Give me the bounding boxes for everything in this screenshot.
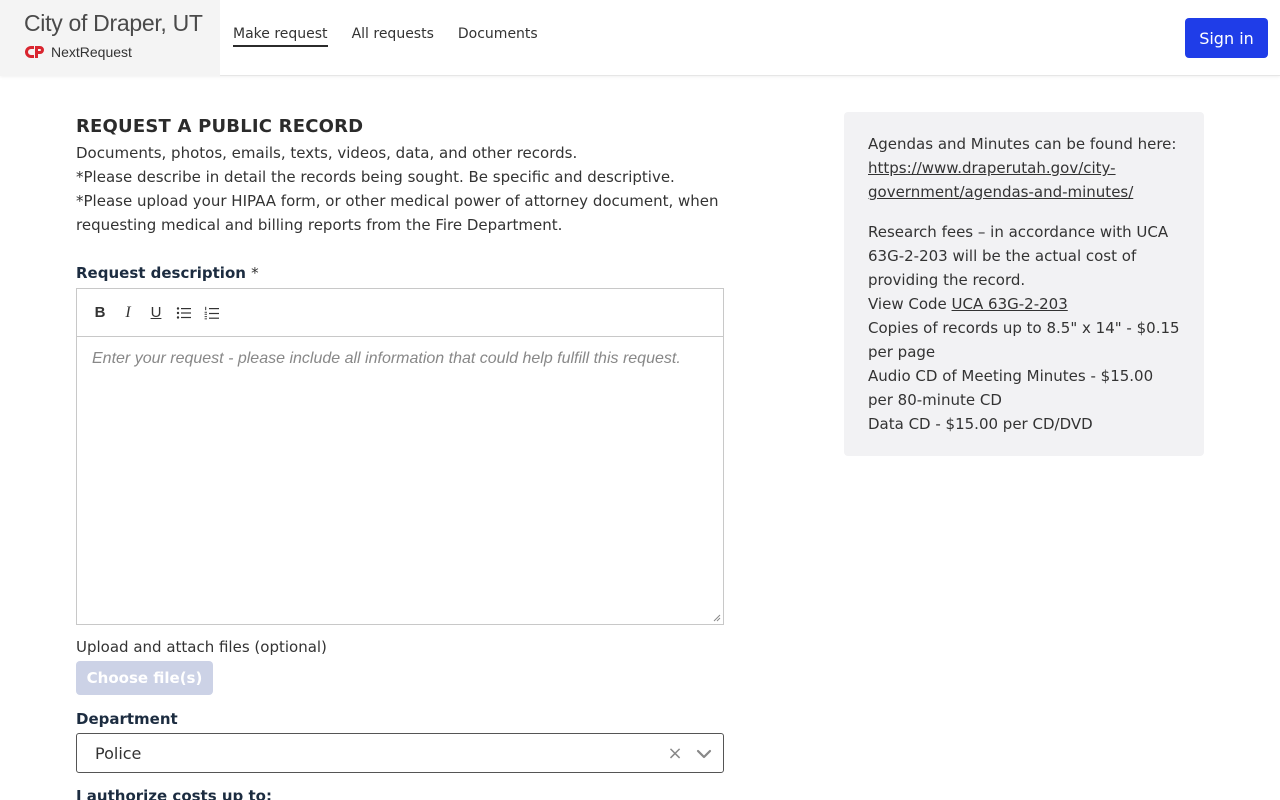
department-selected-value: Police <box>95 743 142 763</box>
request-description-input[interactable] <box>77 337 723 624</box>
agendas-link[interactable]: https://www.draperutah.gov/city-governme… <box>868 159 1133 201</box>
intro-text: Documents, photos, emails, texts, videos… <box>76 141 724 237</box>
department-select[interactable]: Police × <box>76 733 724 773</box>
data-cd-fee-text: Data CD - $15.00 per CD/DVD <box>868 415 1093 433</box>
view-code-paragraph: View Code UCA 63G-2-203 <box>868 292 1180 316</box>
bullet-list-icon <box>176 306 191 319</box>
bullet-list-button[interactable] <box>173 302 195 324</box>
request-description-label-text: Request description <box>76 264 246 282</box>
brand-block[interactable]: City of Draper, UT NextRequest <box>0 0 220 76</box>
numbered-list-button[interactable] <box>201 302 223 324</box>
nextrequest-logo-icon <box>25 46 44 58</box>
bold-button[interactable]: B <box>89 302 111 324</box>
italic-icon: I <box>125 303 131 321</box>
choose-files-button[interactable]: Choose file(s) <box>76 661 213 695</box>
authorize-costs-label: I authorize costs up to: <box>76 787 272 800</box>
nav-make-request[interactable]: Make request <box>233 26 328 47</box>
rich-text-editor: B I U <box>76 288 724 625</box>
nav-documents[interactable]: Documents <box>458 26 538 47</box>
audio-cd-fee-text: Audio CD of Meeting Minutes - $15.00 per… <box>868 367 1154 409</box>
agendas-text: Agendas and Minutes can be found here: <box>868 135 1177 153</box>
top-header: City of Draper, UT NextRequest Make requ… <box>0 0 1280 76</box>
department-label: Department <box>76 710 178 728</box>
view-code-text: View Code <box>868 295 952 313</box>
request-description-label: Request description * <box>76 264 259 282</box>
info-panel: Agendas and Minutes can be found here: h… <box>844 112 1204 456</box>
sign-in-button[interactable]: Sign in <box>1185 18 1268 58</box>
fees-text: Research fees – in accordance with UCA 6… <box>868 223 1169 289</box>
bold-icon: B <box>94 304 106 321</box>
editor-toolbar: B I U <box>77 289 723 337</box>
upload-label: Upload and attach files (optional) <box>76 638 327 656</box>
italic-button[interactable]: I <box>117 302 139 324</box>
agendas-paragraph: Agendas and Minutes can be found here: h… <box>868 132 1180 204</box>
clear-selection-icon[interactable]: × <box>667 743 683 764</box>
view-code-link[interactable]: UCA 63G-2-203 <box>952 295 1068 313</box>
underline-icon: U <box>150 304 162 321</box>
numbered-list-icon <box>204 306 219 319</box>
nav-all-requests[interactable]: All requests <box>352 26 434 47</box>
main-nav: Make request All requests Documents <box>233 26 538 47</box>
underline-button[interactable]: U <box>145 302 167 324</box>
request-form-intro: REQUEST A PUBLIC RECORD Documents, photo… <box>76 116 724 237</box>
copies-fee-text: Copies of records up to 8.5" x 14" - $0.… <box>868 319 1180 361</box>
nextrequest-brand: NextRequest <box>24 44 132 60</box>
intro-line: *Please upload your HIPAA form, or other… <box>76 192 719 234</box>
resize-handle-icon[interactable] <box>713 614 721 622</box>
intro-line: Documents, photos, emails, texts, videos… <box>76 144 578 162</box>
agency-name[interactable]: City of Draper, UT <box>24 10 203 37</box>
page-title: REQUEST A PUBLIC RECORD <box>76 116 364 137</box>
required-marker: * <box>251 264 259 282</box>
intro-line: *Please describe in detail the records b… <box>76 168 675 186</box>
brand-name: NextRequest <box>51 44 132 60</box>
chevron-down-icon[interactable] <box>695 745 713 763</box>
